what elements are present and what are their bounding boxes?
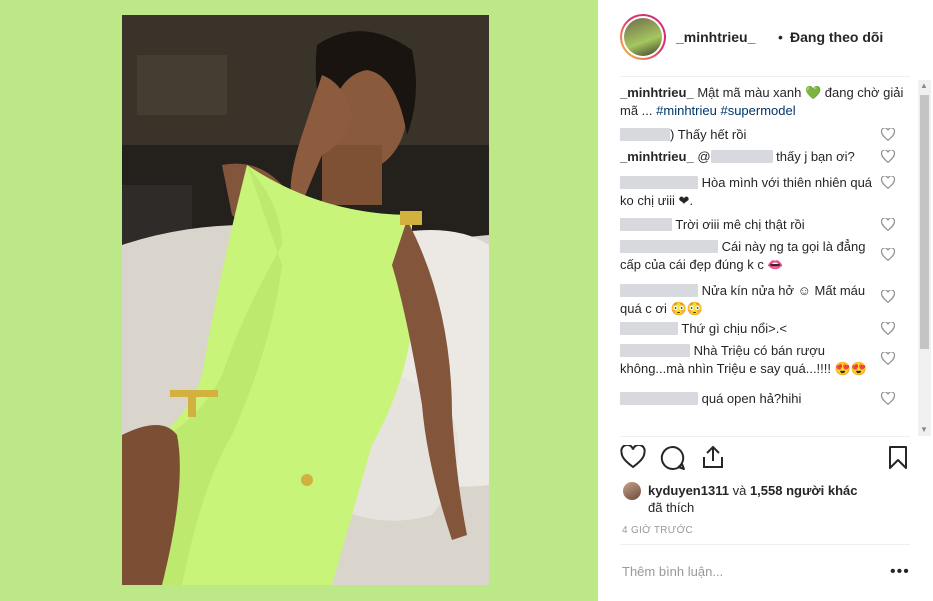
redacted-username <box>620 322 678 335</box>
redacted-username <box>620 344 690 357</box>
story-ring[interactable] <box>620 14 666 60</box>
hashtag-link[interactable]: #supermodel <box>720 103 795 118</box>
comment-text: thấy j bạn ơi? <box>776 149 855 164</box>
caption: _minhtrieu_ Mật mã màu xanh 💚 đang chờ g… <box>620 84 915 120</box>
post-header: _minhtrieu_ • Đang theo dõi <box>598 0 933 76</box>
header-separator: • <box>778 29 783 45</box>
heart-icon[interactable] <box>620 445 646 469</box>
comment-item: Hòa mình với thiên nhiên quá ko chị ưiii… <box>620 174 915 216</box>
comment-text: ) Thấy hết rồi <box>670 127 747 142</box>
avatar <box>624 18 662 56</box>
like-comment-heart-icon[interactable] <box>881 150 895 163</box>
likes-summary: kyduyen1311 và 1,558 người khác <box>648 482 857 500</box>
scroll-thumb[interactable] <box>920 95 929 349</box>
liker-avatar[interactable] <box>623 482 641 500</box>
comment-item: Trời ơiii mê chị thật rồi <box>620 216 915 238</box>
post-sidebar: _minhtrieu_ • Đang theo dõi _minhtrieu_ … <box>598 0 933 601</box>
redacted-username <box>620 392 698 405</box>
share-icon[interactable] <box>702 445 724 469</box>
comment-username[interactable]: _minhtrieu_ <box>620 149 694 164</box>
comment-item: Nhà Triệu có bán rượu không...mà nhìn Tr… <box>620 342 915 390</box>
hashtag-link[interactable]: #minhtrieu <box>656 103 717 118</box>
comment-list[interactable]: _minhtrieu_ Mật mã màu xanh 💚 đang chờ g… <box>620 84 915 436</box>
redacted-mention <box>710 150 773 163</box>
post-timestamp[interactable]: 4 GIỜ TRƯỚC <box>622 525 693 536</box>
comment-item: _minhtrieu_ @ thấy j bạn ơi? <box>620 148 915 174</box>
actions-divider <box>620 436 910 437</box>
more-options-icon[interactable]: ••• <box>890 563 910 581</box>
bookmark-icon[interactable] <box>888 445 908 470</box>
follow-button[interactable]: Đang theo dõi <box>790 29 883 45</box>
comment-item: Thứ gì chịu nổi>.< <box>620 320 915 342</box>
scroll-down-icon[interactable]: ▼ <box>920 425 928 434</box>
comment-icon[interactable] <box>660 445 686 471</box>
header-divider <box>620 76 910 77</box>
likes-count[interactable]: 1,558 người khác <box>750 483 858 498</box>
redacted-username <box>620 176 698 189</box>
comment-text: Thứ gì chịu nổi>.< <box>681 321 787 336</box>
comment-text: quá open hả?hihi <box>701 391 802 406</box>
comment-item: quá open hả?hihi <box>620 390 915 412</box>
redacted-username <box>620 128 670 141</box>
likes-and: và <box>732 483 747 498</box>
action-bar <box>620 445 915 475</box>
like-comment-heart-icon[interactable] <box>881 392 895 405</box>
comment-item: Nửa kín nửa hở ☺ Mất máu quá c ơi 😳😳 <box>620 282 915 320</box>
like-comment-heart-icon[interactable] <box>881 218 895 231</box>
liker-username[interactable]: kyduyen1311 <box>648 483 729 498</box>
add-comment-input[interactable]: Thêm bình luận... <box>622 564 723 579</box>
comment-item: ) Thấy hết rồi <box>620 126 915 148</box>
redacted-username <box>620 284 698 297</box>
comment-text: Trời ơiii mê chị thật rồi <box>675 217 805 232</box>
caption-username[interactable]: _minhtrieu_ <box>620 85 694 100</box>
like-comment-heart-icon[interactable] <box>881 128 895 141</box>
photo-illustration <box>122 15 489 585</box>
avatar-border <box>622 16 664 58</box>
comment-mention[interactable]: @ <box>697 149 710 164</box>
comment-item: Cái này ng ta gọi là đẳng cấp của cái đẹ… <box>620 238 915 282</box>
like-comment-heart-icon[interactable] <box>881 176 895 189</box>
like-comment-heart-icon[interactable] <box>881 352 895 365</box>
comment-scrollbar[interactable]: ▲ ▼ <box>918 80 931 436</box>
like-comment-heart-icon[interactable] <box>881 322 895 335</box>
post-photo[interactable] <box>122 15 489 585</box>
likes-suffix: đã thích <box>648 500 695 515</box>
like-comment-heart-icon[interactable] <box>881 290 895 303</box>
photo-backdrop <box>0 0 598 601</box>
like-comment-heart-icon[interactable] <box>881 248 895 261</box>
header-username[interactable]: _minhtrieu_ <box>676 29 755 45</box>
redacted-username <box>620 240 718 253</box>
input-divider <box>620 544 910 545</box>
redacted-username <box>620 218 672 231</box>
scroll-up-icon[interactable]: ▲ <box>920 81 928 90</box>
